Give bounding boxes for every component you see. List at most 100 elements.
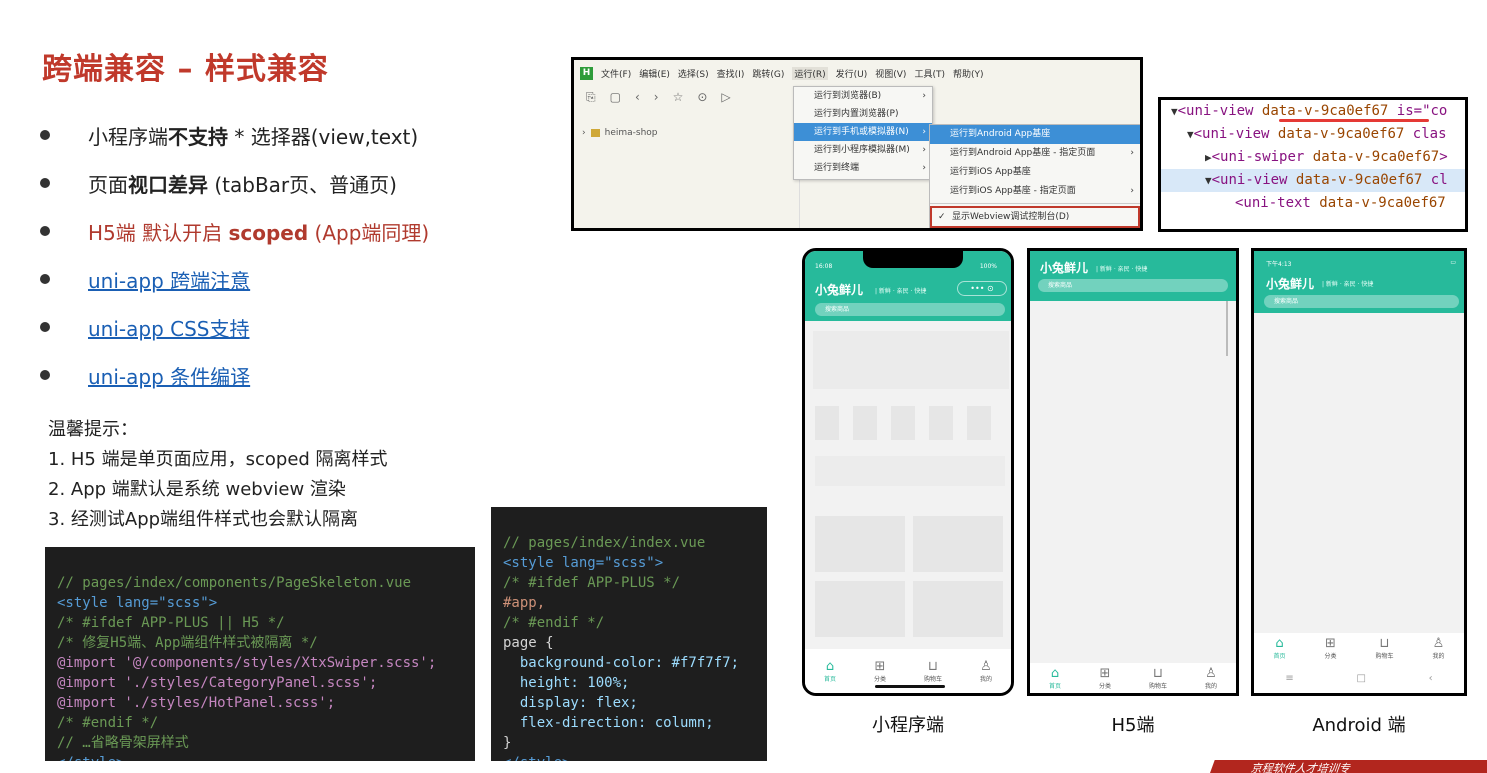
skeleton-block <box>913 581 1003 637</box>
tab-home[interactable]: ⌂ 首页 <box>824 659 836 683</box>
menu-item-webview-console[interactable]: ✓ 显示Webview调试控制台(D) <box>930 206 1140 228</box>
tab-cart[interactable]: ⊔ 购物车 <box>924 659 942 683</box>
menu-item-android-base[interactable]: 运行到Android App基座 <box>930 125 1140 144</box>
menu-file[interactable]: 文件(F) <box>601 67 631 80</box>
link-uniapp-notes[interactable]: uni-app 跨端注意 <box>88 265 250 294</box>
menu-item-android-base-page[interactable]: 运行到Android App基座 - 指定页面 › <box>930 144 1140 163</box>
dom-node[interactable]: ▶<uni-swiper data-v-9ca0ef67> <box>1161 146 1465 169</box>
code-line: } <box>503 735 512 751</box>
code-line: @import '@/components/styles/XtxSwiper.s… <box>57 655 437 671</box>
bullet-text: H5端 默认开启 <box>88 221 229 245</box>
menu-item-ios-base-page[interactable]: 运行到iOS App基座 - 指定页面 › <box>930 182 1140 201</box>
bullet-item[interactable]: uni-app 跨端注意 <box>40 262 560 310</box>
hbuilder-logo-icon: H <box>580 66 593 80</box>
code-line: <style lang="scss"> <box>503 555 664 571</box>
menu-view[interactable]: 视图(V) <box>875 67 906 80</box>
code-line: // pages/index/components/PageSkeleton.v… <box>57 575 412 591</box>
save-icon[interactable]: ▢ <box>610 90 621 104</box>
menu-item-run-miniprogram[interactable]: 运行到小程序模拟器(M) › <box>794 141 932 159</box>
code-line: /* #ifdef APP-PLUS */ <box>503 575 681 591</box>
preview-icon[interactable]: ▷ <box>721 90 730 104</box>
menu-goto[interactable]: 跳转(G) <box>752 67 784 80</box>
dom-node[interactable]: <uni-text data-v-9ca0ef67 <box>1161 192 1465 215</box>
search-input[interactable]: 搜索商品 <box>815 303 1005 316</box>
back-icon[interactable]: ‹ <box>635 90 640 104</box>
chevron-right-icon: › <box>1130 148 1134 158</box>
new-file-icon[interactable]: ⎘ <box>586 90 596 105</box>
tab-category[interactable]: ⊞ 分类 <box>1099 666 1111 690</box>
status-time: 16:08 <box>815 263 833 270</box>
menu-item-run-builtin-browser[interactable]: 运行到内置浏览器(P) <box>794 105 932 123</box>
tab-home[interactable]: ⌂ 首页 <box>1273 636 1285 660</box>
tab-profile[interactable]: ♙ 我的 <box>980 658 992 683</box>
chevron-right-icon: › <box>1130 186 1134 196</box>
skeleton-block <box>891 406 915 440</box>
chevron-right-icon: › <box>922 91 926 101</box>
link-uniapp-css[interactable]: uni-app CSS支持 <box>88 313 249 342</box>
run-icon[interactable]: ⊙ <box>697 90 707 104</box>
triangle-down-icon: ▼ <box>1171 105 1178 118</box>
menu-help[interactable]: 帮助(Y) <box>953 67 984 80</box>
bullet-item[interactable]: uni-app CSS支持 <box>40 310 560 358</box>
code-line: /* 修复H5端、App端组件样式被隔离 */ <box>57 635 318 651</box>
tips-item: 2. App 端默认是系统 webview 渲染 <box>48 479 346 500</box>
menu-edit[interactable]: 编辑(E) <box>639 67 670 80</box>
tab-cart[interactable]: ⊔ 购物车 <box>1375 636 1393 660</box>
menu-find[interactable]: 查找(I) <box>717 67 745 80</box>
tab-category[interactable]: ⊞ 分类 <box>1324 635 1336 660</box>
tab-category[interactable]: ⊞ 分类 <box>874 659 886 683</box>
menu-item-run-terminal[interactable]: 运行到终端 › <box>794 159 932 177</box>
capsule-menu-button[interactable]: ••• ⊙ <box>957 281 1007 296</box>
tab-profile[interactable]: ♙ 我的 <box>1432 636 1444 660</box>
user-icon: ♙ <box>980 658 992 674</box>
tab-profile[interactable]: ♙ 我的 <box>1205 666 1217 690</box>
ide-menubar: H 文件(F) 编辑(E) 选择(S) 查找(I) 跳转(G) 运行(R) 发行… <box>574 60 1140 86</box>
bullet-item[interactable]: uni-app 条件编译 <box>40 358 560 406</box>
scrollbar[interactable] <box>1226 301 1228 356</box>
category-icon: ⊞ <box>1325 635 1336 651</box>
devtools-elements-panel: ▼<uni-view data-v-9ca0ef67 is="co ▼<uni-… <box>1158 97 1468 232</box>
phone-h5: 小兔鲜儿 | 新鲜 · 亲民 · 快捷 搜索商品 ⌂ 首页 ⊞ 分类 ⊔ 购物车 ♙ 我… <box>1027 248 1239 696</box>
code-line: @import './styles/HotPanel.scss'; <box>57 695 336 711</box>
code-line: </style> <box>57 753 463 761</box>
menu-icon[interactable]: ≡ <box>1285 673 1293 684</box>
app-header: 小兔鲜儿 | 新鲜 · 亲民 · 快捷 搜索商品 <box>1030 251 1236 301</box>
forward-icon[interactable]: › <box>654 90 659 104</box>
menu-item-run-device[interactable]: 运行到手机或模拟器(N) › <box>794 123 932 141</box>
menu-item-run-browser[interactable]: 运行到浏览器(B) › <box>794 87 932 105</box>
search-input[interactable]: 搜索商品 <box>1264 295 1459 308</box>
menu-run[interactable]: 运行(R) <box>792 66 828 80</box>
dom-node-selected[interactable]: ▼<uni-view data-v-9ca0ef67 cl <box>1161 169 1465 192</box>
menu-select[interactable]: 选择(S) <box>678 67 709 80</box>
code-line: #app, <box>503 595 546 611</box>
bullet-item: 页面视口差异 (tabBar页、普通页) <box>40 166 560 214</box>
home-button-icon[interactable]: □ <box>1356 673 1365 684</box>
footer-brand-bar: 京程软件人才培训专 <box>1210 760 1487 773</box>
back-icon[interactable]: ‹ <box>1429 673 1433 684</box>
star-icon[interactable]: ☆ <box>673 90 684 104</box>
code-line: display: flex; <box>503 695 638 711</box>
link-uniapp-conditional[interactable]: uni-app 条件编译 <box>88 361 250 390</box>
chevron-right-icon: › <box>922 127 926 137</box>
bullet-bold: 不支持 <box>168 125 228 149</box>
tab-home[interactable]: ⌂ 首页 <box>1049 666 1061 690</box>
phone-miniprogram: 16:08 100% 小兔鲜儿 | 新鲜 · 亲民 · 快捷 ••• ⊙ 搜索商… <box>802 248 1014 696</box>
device-menu: 运行到Android App基座 运行到Android App基座 - 指定页面… <box>929 124 1140 228</box>
menu-tools[interactable]: 工具(T) <box>914 67 945 80</box>
tab-cart[interactable]: ⊔ 购物车 <box>1149 666 1167 690</box>
dom-node[interactable]: ▼<uni-view data-v-9ca0ef67 clas <box>1161 123 1465 146</box>
ide-screenshot: H 文件(F) 编辑(E) 选择(S) 查找(I) 跳转(G) 运行(R) 发行… <box>571 57 1143 231</box>
menu-publish[interactable]: 发行(U) <box>836 67 868 80</box>
skeleton-block <box>853 406 877 440</box>
bullet-dot <box>40 274 50 284</box>
menu-item-ios-base[interactable]: 运行到iOS App基座 <box>930 163 1140 182</box>
search-input[interactable]: 搜索商品 <box>1038 279 1228 292</box>
tips-item: 1. H5 端是单页面应用，scoped 隔离样式 <box>48 449 388 470</box>
code-line: @import './styles/CategoryPanel.scss'; <box>57 675 378 691</box>
project-tree-item[interactable]: › heima-shop <box>582 128 658 138</box>
triangle-down-icon: ▼ <box>1187 128 1194 141</box>
chevron-right-icon: › <box>582 128 586 138</box>
code-line: /* #endif */ <box>503 615 605 631</box>
triangle-down-icon: ▼ <box>1205 174 1212 187</box>
notch <box>863 251 963 268</box>
